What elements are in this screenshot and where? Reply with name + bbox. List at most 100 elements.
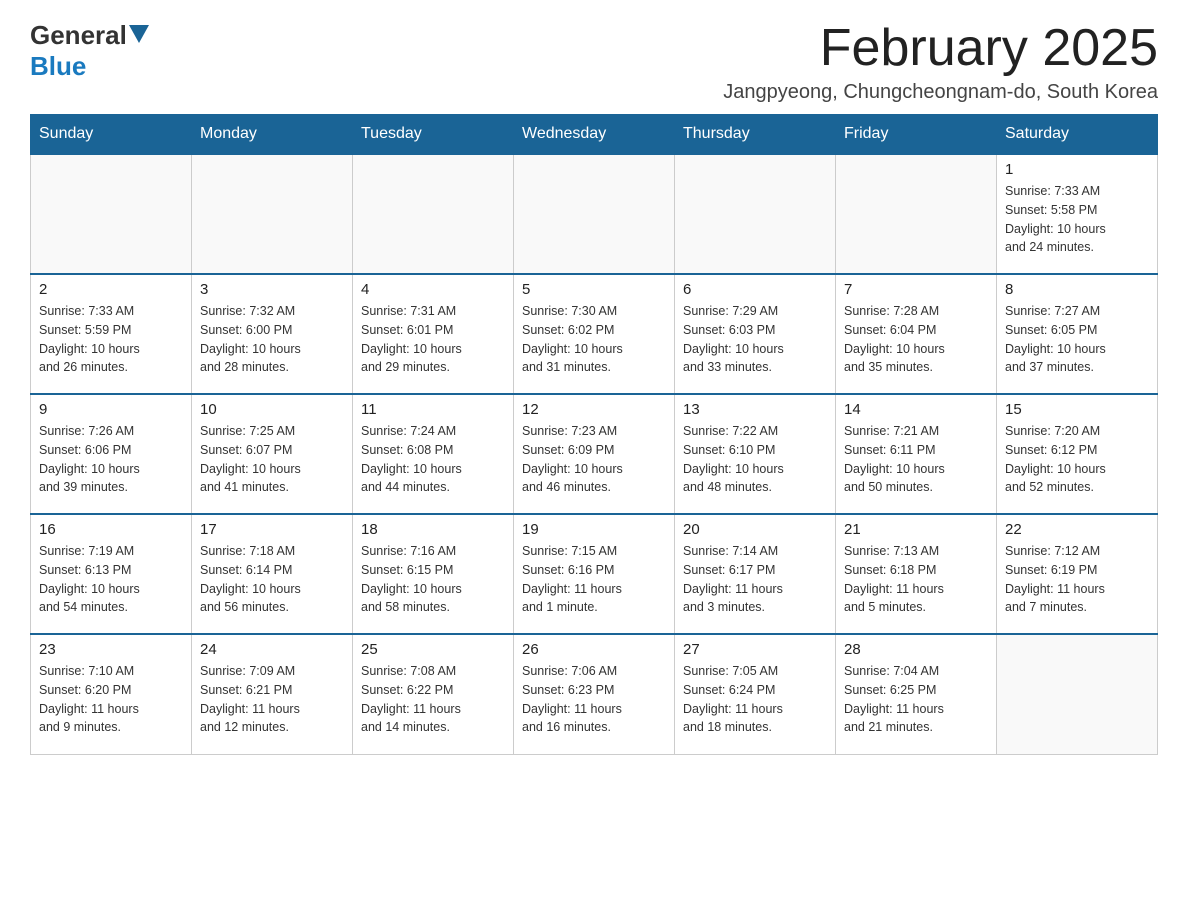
day-info: Sunrise: 7:16 AM Sunset: 6:15 PM Dayligh… <box>361 542 505 617</box>
calendar-cell: 26 Sunrise: 7:06 AM Sunset: 6:23 PM Dayli… <box>514 634 675 754</box>
calendar-cell: 7 Sunrise: 7:28 AM Sunset: 6:04 PM Daylig… <box>836 274 997 394</box>
calendar-cell: 14 Sunrise: 7:21 AM Sunset: 6:11 PM Dayli… <box>836 394 997 514</box>
day-number: 12 <box>522 401 666 418</box>
day-info: Sunrise: 7:20 AM Sunset: 6:12 PM Dayligh… <box>1005 422 1149 497</box>
calendar-cell: 16 Sunrise: 7:19 AM Sunset: 6:13 PM Dayli… <box>31 514 192 634</box>
calendar-cell: 28 Sunrise: 7:04 AM Sunset: 6:25 PM Dayli… <box>836 634 997 754</box>
calendar-cell <box>997 634 1158 754</box>
day-number: 13 <box>683 401 827 418</box>
day-info: Sunrise: 7:08 AM Sunset: 6:22 PM Dayligh… <box>361 662 505 737</box>
header-monday: Monday <box>192 115 353 155</box>
calendar-cell: 5 Sunrise: 7:30 AM Sunset: 6:02 PM Daylig… <box>514 274 675 394</box>
logo: General Blue <box>30 20 151 82</box>
calendar-cell: 12 Sunrise: 7:23 AM Sunset: 6:09 PM Dayli… <box>514 394 675 514</box>
day-number: 14 <box>844 401 988 418</box>
calendar-cell: 27Sunrise: 7:05 AM Sunset: 6:24 PM Dayli… <box>675 634 836 754</box>
calendar-cell: 24 Sunrise: 7:09 AM Sunset: 6:21 PM Dayli… <box>192 634 353 754</box>
calendar-cell: 8Sunrise: 7:27 AM Sunset: 6:05 PM Daylig… <box>997 274 1158 394</box>
day-info: Sunrise: 7:05 AM Sunset: 6:24 PM Dayligh… <box>683 662 827 737</box>
calendar-cell: 4Sunrise: 7:31 AM Sunset: 6:01 PM Daylig… <box>353 274 514 394</box>
day-number: 17 <box>200 521 344 538</box>
day-number: 20 <box>683 521 827 538</box>
day-number: 24 <box>200 641 344 658</box>
day-info: Sunrise: 7:25 AM Sunset: 6:07 PM Dayligh… <box>200 422 344 497</box>
day-number: 11 <box>361 401 505 418</box>
day-info: Sunrise: 7:24 AM Sunset: 6:08 PM Dayligh… <box>361 422 505 497</box>
header-sunday: Sunday <box>31 115 192 155</box>
calendar-cell: 20 Sunrise: 7:14 AM Sunset: 6:17 PM Dayli… <box>675 514 836 634</box>
page-header: General Blue February 2025 Jangpyeong, C… <box>30 20 1158 104</box>
calendar-subtitle: Jangpyeong, Chungcheongnam-do, South Kor… <box>723 81 1158 104</box>
logo-blue-text: Blue <box>30 51 86 81</box>
day-number: 23 <box>39 641 183 658</box>
day-info: Sunrise: 7:30 AM Sunset: 6:02 PM Dayligh… <box>522 302 666 377</box>
header-saturday: Saturday <box>997 115 1158 155</box>
day-info: Sunrise: 7:19 AM Sunset: 6:13 PM Dayligh… <box>39 542 183 617</box>
day-info: Sunrise: 7:04 AM Sunset: 6:25 PM Dayligh… <box>844 662 988 737</box>
calendar-week-row: 16 Sunrise: 7:19 AM Sunset: 6:13 PM Dayli… <box>31 514 1158 634</box>
calendar-week-row: 1 Sunrise: 7:33 AM Sunset: 5:58 PM Daylig… <box>31 154 1158 274</box>
day-number: 18 <box>361 521 505 538</box>
calendar-week-row: 2 Sunrise: 7:33 AM Sunset: 5:59 PM Daylig… <box>31 274 1158 394</box>
day-info: Sunrise: 7:13 AM Sunset: 6:18 PM Dayligh… <box>844 542 988 617</box>
calendar-cell: 6 Sunrise: 7:29 AM Sunset: 6:03 PM Daylig… <box>675 274 836 394</box>
calendar-cell: 13Sunrise: 7:22 AM Sunset: 6:10 PM Dayli… <box>675 394 836 514</box>
calendar-cell <box>31 154 192 274</box>
calendar-cell: 3 Sunrise: 7:32 AM Sunset: 6:00 PM Daylig… <box>192 274 353 394</box>
day-number: 5 <box>522 281 666 298</box>
day-info: Sunrise: 7:23 AM Sunset: 6:09 PM Dayligh… <box>522 422 666 497</box>
calendar-cell: 15 Sunrise: 7:20 AM Sunset: 6:12 PM Dayli… <box>997 394 1158 514</box>
calendar-cell: 25 Sunrise: 7:08 AM Sunset: 6:22 PM Dayli… <box>353 634 514 754</box>
day-info: Sunrise: 7:12 AM Sunset: 6:19 PM Dayligh… <box>1005 542 1149 617</box>
day-number: 1 <box>1005 161 1149 178</box>
day-number: 2 <box>39 281 183 298</box>
calendar-table: SundayMondayTuesdayWednesdayThursdayFrid… <box>30 114 1158 755</box>
day-number: 19 <box>522 521 666 538</box>
calendar-cell: 1 Sunrise: 7:33 AM Sunset: 5:58 PM Daylig… <box>997 154 1158 274</box>
day-number: 28 <box>844 641 988 658</box>
day-number: 7 <box>844 281 988 298</box>
calendar-cell: 18 Sunrise: 7:16 AM Sunset: 6:15 PM Dayli… <box>353 514 514 634</box>
calendar-cell <box>675 154 836 274</box>
calendar-cell <box>353 154 514 274</box>
day-info: Sunrise: 7:32 AM Sunset: 6:00 PM Dayligh… <box>200 302 344 377</box>
calendar-cell <box>192 154 353 274</box>
header-wednesday: Wednesday <box>514 115 675 155</box>
day-number: 9 <box>39 401 183 418</box>
day-number: 22 <box>1005 521 1149 538</box>
day-info: Sunrise: 7:18 AM Sunset: 6:14 PM Dayligh… <box>200 542 344 617</box>
day-info: Sunrise: 7:26 AM Sunset: 6:06 PM Dayligh… <box>39 422 183 497</box>
calendar-cell: 22 Sunrise: 7:12 AM Sunset: 6:19 PM Dayli… <box>997 514 1158 634</box>
day-number: 6 <box>683 281 827 298</box>
title-section: February 2025 Jangpyeong, Chungcheongnam… <box>723 20 1158 104</box>
day-number: 16 <box>39 521 183 538</box>
calendar-cell: 23 Sunrise: 7:10 AM Sunset: 6:20 PM Dayli… <box>31 634 192 754</box>
day-info: Sunrise: 7:33 AM Sunset: 5:59 PM Dayligh… <box>39 302 183 377</box>
day-info: Sunrise: 7:21 AM Sunset: 6:11 PM Dayligh… <box>844 422 988 497</box>
header-tuesday: Tuesday <box>353 115 514 155</box>
day-info: Sunrise: 7:09 AM Sunset: 6:21 PM Dayligh… <box>200 662 344 737</box>
header-thursday: Thursday <box>675 115 836 155</box>
day-info: Sunrise: 7:10 AM Sunset: 6:20 PM Dayligh… <box>39 662 183 737</box>
day-number: 4 <box>361 281 505 298</box>
day-number: 21 <box>844 521 988 538</box>
calendar-cell <box>836 154 997 274</box>
day-number: 10 <box>200 401 344 418</box>
header-friday: Friday <box>836 115 997 155</box>
calendar-cell: 2 Sunrise: 7:33 AM Sunset: 5:59 PM Daylig… <box>31 274 192 394</box>
day-number: 26 <box>522 641 666 658</box>
day-info: Sunrise: 7:33 AM Sunset: 5:58 PM Dayligh… <box>1005 182 1149 257</box>
day-info: Sunrise: 7:14 AM Sunset: 6:17 PM Dayligh… <box>683 542 827 617</box>
day-info: Sunrise: 7:28 AM Sunset: 6:04 PM Dayligh… <box>844 302 988 377</box>
day-info: Sunrise: 7:29 AM Sunset: 6:03 PM Dayligh… <box>683 302 827 377</box>
logo-general-text: General <box>30 20 127 51</box>
day-info: Sunrise: 7:06 AM Sunset: 6:23 PM Dayligh… <box>522 662 666 737</box>
calendar-cell: 21 Sunrise: 7:13 AM Sunset: 6:18 PM Dayli… <box>836 514 997 634</box>
day-number: 3 <box>200 281 344 298</box>
day-number: 15 <box>1005 401 1149 418</box>
day-number: 8 <box>1005 281 1149 298</box>
calendar-cell: 11 Sunrise: 7:24 AM Sunset: 6:08 PM Dayli… <box>353 394 514 514</box>
calendar-cell: 17 Sunrise: 7:18 AM Sunset: 6:14 PM Dayli… <box>192 514 353 634</box>
calendar-cell: 19Sunrise: 7:15 AM Sunset: 6:16 PM Dayli… <box>514 514 675 634</box>
day-number: 25 <box>361 641 505 658</box>
